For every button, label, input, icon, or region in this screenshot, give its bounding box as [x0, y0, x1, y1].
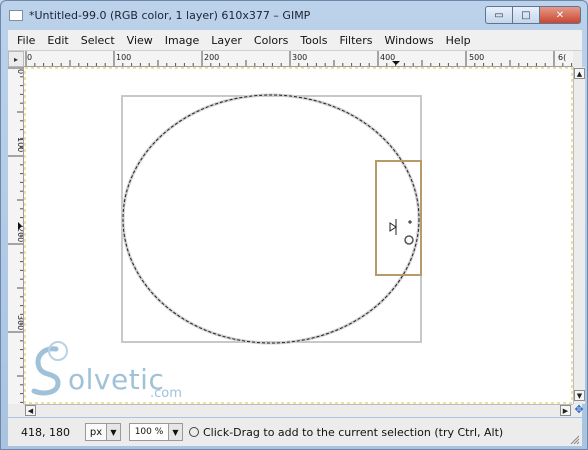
vertical-scrollbar[interactable]: ▲ ▼ — [573, 67, 585, 404]
scroll-left-arrow-icon[interactable]: ◀ — [25, 405, 36, 416]
horizontal-scrollbar[interactable]: ◀ ▶ — [24, 404, 573, 416]
zoom-value: 100 % — [129, 423, 169, 441]
vruler-label: 100 — [16, 137, 24, 152]
cursor-icon — [389, 219, 414, 245]
chevron-down-icon[interactable]: ▼ — [107, 423, 121, 441]
menu-tools[interactable]: Tools — [294, 34, 333, 47]
hruler-label: 6( — [558, 53, 566, 62]
window-title: *Untitled-99.0 (RGB color, 1 layer) 610x… — [29, 9, 311, 22]
pointer-marker-icon — [392, 61, 400, 65]
hruler-label: 200 — [204, 53, 219, 62]
title-bar[interactable]: *Untitled-99.0 (RGB color, 1 layer) 610x… — [1, 1, 587, 29]
vruler-label: 300 — [16, 315, 24, 330]
close-button[interactable]: ✕ — [539, 6, 581, 24]
unit-selector[interactable]: px ▼ — [85, 423, 121, 441]
navigate-icon[interactable]: ✥ — [573, 404, 585, 416]
circle-icon — [189, 427, 199, 437]
menu-layer[interactable]: Layer — [205, 34, 248, 47]
status-message: Click-Drag to add to the current selecti… — [203, 425, 504, 439]
gimp-window: *Untitled-99.0 (RGB color, 1 layer) 610x… — [0, 0, 588, 450]
ruler-corner-arrow[interactable]: ▸ — [8, 51, 24, 67]
menu-windows[interactable]: Windows — [378, 34, 439, 47]
hruler-label: 0 — [27, 53, 32, 62]
scroll-right-arrow-icon[interactable]: ▶ — [560, 405, 571, 416]
maximize-button[interactable]: □ — [512, 6, 539, 24]
menu-bar: File Edit Select View Image Layer Colors… — [8, 30, 582, 50]
menu-filters[interactable]: Filters — [333, 34, 378, 47]
minimize-button[interactable]: ▭ — [485, 6, 512, 24]
unit-value: px — [85, 423, 107, 441]
menu-colors[interactable]: Colors — [248, 34, 294, 47]
caption-buttons: ▭ □ ✕ — [485, 6, 581, 24]
resize-grip-icon[interactable] — [570, 435, 580, 445]
layer-boundary — [24, 67, 573, 404]
app-icon — [9, 10, 23, 21]
scroll-up-arrow-icon[interactable]: ▲ — [574, 68, 585, 79]
image-workspace: ▸ 0 100 200 300 400 500 6( 0 100 200 300 — [8, 50, 585, 417]
hruler-label: 100 — [116, 53, 131, 62]
menu-help[interactable]: Help — [440, 34, 477, 47]
hruler-label: 400 — [380, 53, 395, 62]
ellipse-selection — [121, 93, 421, 345]
menu-edit[interactable]: Edit — [41, 34, 74, 47]
menu-file[interactable]: File — [11, 34, 41, 47]
scroll-down-arrow-icon[interactable]: ▼ — [574, 390, 585, 401]
menu-image[interactable]: Image — [159, 34, 205, 47]
quick-mask-toggle[interactable] — [8, 404, 24, 416]
vruler-label: 200 — [16, 227, 24, 242]
vruler-label: 0 — [16, 69, 24, 74]
vertical-ruler[interactable]: 0 100 200 300 — [8, 67, 24, 404]
image-canvas[interactable] — [24, 67, 573, 404]
status-bar: 418, 180 px ▼ 100 % ▼ Click-Drag to add … — [8, 418, 582, 446]
chevron-down-icon[interactable]: ▼ — [169, 423, 183, 441]
new-selection-box — [375, 160, 422, 276]
horizontal-ruler[interactable]: 0 100 200 300 400 500 6( — [24, 51, 573, 67]
hruler-label: 300 — [292, 53, 307, 62]
menu-select[interactable]: Select — [75, 34, 121, 47]
menu-view[interactable]: View — [121, 34, 159, 47]
pointer-coordinates: 418, 180 — [21, 425, 70, 439]
hruler-label: 500 — [469, 53, 484, 62]
zoom-selector[interactable]: 100 % ▼ — [129, 423, 183, 441]
